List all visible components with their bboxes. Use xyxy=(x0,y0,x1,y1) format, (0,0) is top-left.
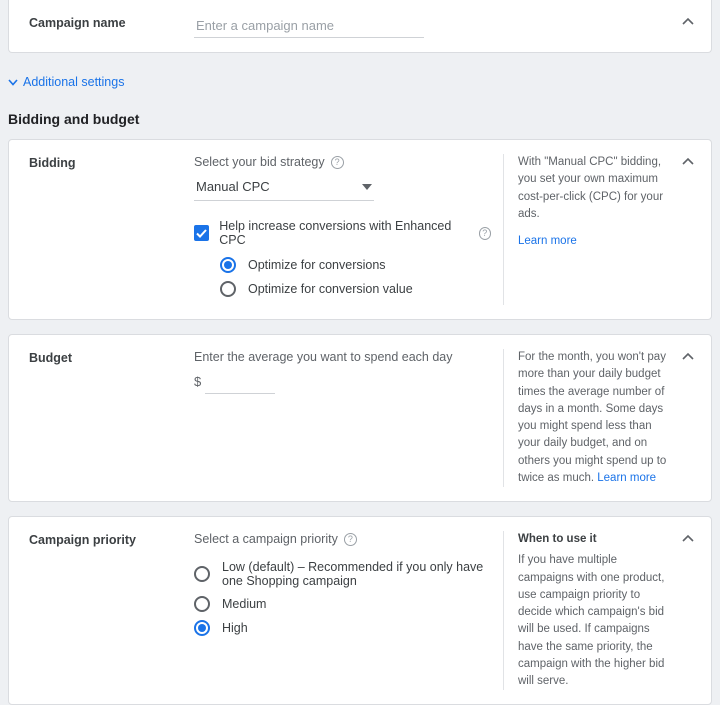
help-icon[interactable]: ? xyxy=(479,227,491,240)
radio-icon xyxy=(194,566,210,582)
radio-label: Optimize for conversions xyxy=(248,258,386,272)
bid-strategy-dropdown[interactable]: Manual CPC xyxy=(194,175,374,201)
dropdown-caret-icon xyxy=(362,184,372,190)
budget-input[interactable] xyxy=(205,370,275,394)
radio-priority-medium[interactable]: Medium xyxy=(194,596,491,612)
budget-label: Budget xyxy=(29,349,194,487)
learn-more-link[interactable]: Learn more xyxy=(518,235,577,247)
radio-icon xyxy=(220,257,236,273)
collapse-button[interactable] xyxy=(677,10,699,32)
chevron-up-icon xyxy=(682,17,694,25)
section-heading: Bidding and budget xyxy=(0,107,720,139)
bid-strategy-label: Select your bid strategy xyxy=(194,155,325,169)
radio-icon xyxy=(194,596,210,612)
radio-icon xyxy=(194,620,210,636)
learn-more-link[interactable]: Learn more xyxy=(597,472,656,484)
campaign-priority-card: Campaign priority Select a campaign prio… xyxy=(8,516,712,705)
radio-icon xyxy=(220,281,236,297)
bidding-label: Bidding xyxy=(29,154,194,305)
chevron-down-icon xyxy=(8,79,18,86)
enhanced-cpc-label: Help increase conversions with Enhanced … xyxy=(219,219,468,247)
chevron-up-icon xyxy=(682,157,694,165)
help-icon[interactable]: ? xyxy=(331,156,344,169)
help-icon[interactable]: ? xyxy=(344,533,357,546)
budget-field-label: Enter the average you want to spend each… xyxy=(194,350,453,364)
chevron-up-icon xyxy=(682,534,694,542)
radio-priority-high[interactable]: High xyxy=(194,620,491,636)
campaign-name-card: Campaign name xyxy=(8,0,712,53)
additional-settings-label: Additional settings xyxy=(23,75,124,89)
collapse-button[interactable] xyxy=(677,345,699,367)
priority-aside-title: When to use it xyxy=(518,531,671,548)
priority-aside: When to use it If you have multiple camp… xyxy=(503,531,671,690)
bid-strategy-value: Manual CPC xyxy=(196,179,270,194)
collapse-button[interactable] xyxy=(677,150,699,172)
radio-label: High xyxy=(222,621,248,635)
radio-label: Low (default) – Recommended if you only … xyxy=(222,560,491,588)
priority-label: Campaign priority xyxy=(29,531,194,690)
campaign-name-input[interactable] xyxy=(194,14,424,38)
priority-aside-text: If you have multiple campaigns with one … xyxy=(518,552,671,690)
check-icon xyxy=(196,229,207,238)
currency-symbol: $ xyxy=(194,374,201,389)
radio-priority-low[interactable]: Low (default) – Recommended if you only … xyxy=(194,560,491,588)
bidding-aside: With "Manual CPC" bidding, you set your … xyxy=(503,154,671,305)
collapse-button[interactable] xyxy=(677,527,699,549)
additional-settings-toggle[interactable]: Additional settings xyxy=(0,67,720,107)
campaign-name-label: Campaign name xyxy=(29,14,194,38)
budget-card: Budget Enter the average you want to spe… xyxy=(8,334,712,502)
chevron-up-icon xyxy=(682,352,694,360)
budget-aside-text: For the month, you won't pay more than y… xyxy=(518,351,666,484)
radio-optimize-conversion-value[interactable]: Optimize for conversion value xyxy=(220,281,491,297)
priority-field-label: Select a campaign priority xyxy=(194,532,338,546)
bidding-card: Bidding Select your bid strategy ? Manua… xyxy=(8,139,712,320)
enhanced-cpc-checkbox[interactable] xyxy=(194,225,209,241)
bidding-aside-text: With "Manual CPC" bidding, you set your … xyxy=(518,154,671,223)
radio-label: Optimize for conversion value xyxy=(248,282,413,296)
radio-optimize-conversions[interactable]: Optimize for conversions xyxy=(220,257,491,273)
radio-label: Medium xyxy=(222,597,266,611)
budget-aside: For the month, you won't pay more than y… xyxy=(503,349,671,487)
